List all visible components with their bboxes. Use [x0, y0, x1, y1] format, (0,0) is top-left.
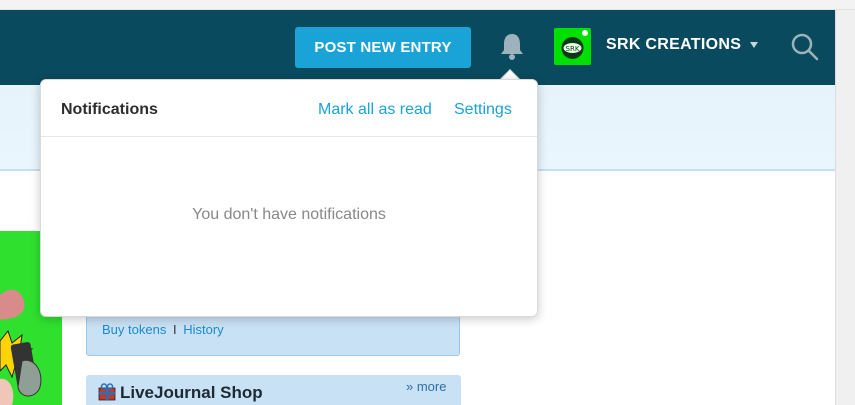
- site-header: POST NEW ENTRY SRK SRK CREATIONS: [0, 10, 835, 85]
- avatar-text: SRK: [566, 45, 580, 53]
- notifications-title: Notifications: [61, 101, 158, 118]
- mark-all-read-link[interactable]: Mark all as read: [318, 101, 432, 119]
- link-separator: I: [172, 322, 177, 337]
- chevron-down-icon[interactable]: [750, 42, 758, 48]
- shop-header: LiveJournal Shop » more: [86, 375, 461, 405]
- bell-icon[interactable]: [497, 31, 527, 63]
- history-link[interactable]: History: [183, 322, 223, 337]
- buy-tokens-link[interactable]: Buy tokens: [102, 322, 166, 337]
- gift-icon: [98, 383, 116, 401]
- user-name[interactable]: SRK CREATIONS: [606, 36, 741, 54]
- avatar[interactable]: SRK: [554, 28, 591, 65]
- shop-title: LiveJournal Shop: [120, 383, 263, 402]
- tokens-links: Buy tokens I History: [102, 322, 224, 337]
- shop-more-link[interactable]: » more: [406, 379, 446, 394]
- post-new-entry-button[interactable]: POST NEW ENTRY: [295, 27, 471, 68]
- search-icon[interactable]: [790, 32, 820, 62]
- page: POST NEW ENTRY SRK SRK CREATIONS Buy tok…: [0, 0, 855, 405]
- notifications-panel-header: Notifications Mark all as read Settings: [41, 80, 537, 137]
- browser-top-strip: [0, 0, 855, 10]
- no-notifications-message: You don't have notifications: [192, 206, 386, 223]
- notifications-panel: Notifications Mark all as read Settings …: [40, 79, 538, 317]
- scrollbar[interactable]: [835, 10, 855, 405]
- notification-settings-link[interactable]: Settings: [454, 101, 512, 119]
